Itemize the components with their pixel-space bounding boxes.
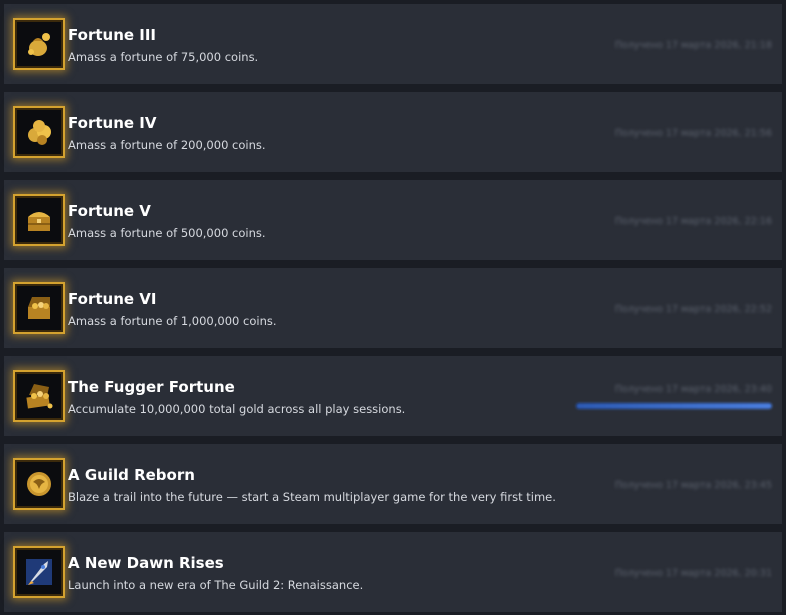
achievement-title: The Fugger Fortune — [68, 378, 235, 396]
achievement-title: Fortune VI — [68, 290, 157, 308]
achievement-title: Fortune III — [68, 26, 157, 44]
achievement-description: Accumulate 10,000,000 total gold across … — [68, 402, 406, 416]
achievement-description: Blaze a trail into the future — start a … — [68, 490, 556, 504]
unlock-date: Получено 17 марта 2026, 23:45 — [614, 480, 772, 491]
unlock-date: Получено 17 марта 2026, 21:56 — [614, 128, 772, 139]
guild-emblem-icon — [13, 458, 65, 510]
achievement-row-fortune-iv[interactable]: Fortune IV Amass a fortune of 200,000 co… — [4, 92, 782, 172]
achievement-description: Amass a fortune of 75,000 coins. — [68, 50, 259, 64]
achievement-row-fortune-iii[interactable]: Fortune III Amass a fortune of 75,000 co… — [4, 4, 782, 84]
achievement-description: Amass a fortune of 1,000,000 coins. — [68, 314, 277, 328]
unlock-date: Получено 17 марта 2026, 23:40 — [614, 384, 772, 395]
progress-fill — [576, 403, 772, 409]
achievement-row-fortune-v[interactable]: Fortune V Amass a fortune of 500,000 coi… — [4, 180, 782, 260]
progress-bar — [576, 403, 772, 409]
unlock-date: Получено 17 марта 2026, 21:18 — [614, 40, 772, 51]
achievement-title: Fortune V — [68, 202, 151, 220]
coin-pouch-icon — [13, 18, 65, 70]
achievement-description: Launch into a new era of The Guild 2: Re… — [68, 578, 364, 592]
unlock-date: Получено 17 марта 2026, 20:31 — [614, 568, 772, 579]
achievement-title: A Guild Reborn — [68, 466, 195, 484]
achievement-row-fugger-fortune[interactable]: The Fugger Fortune Accumulate 10,000,000… — [4, 356, 782, 436]
overflowing-chest-icon — [13, 370, 65, 422]
achievement-list: Fortune III Amass a fortune of 75,000 co… — [0, 0, 786, 615]
achievement-description: Amass a fortune of 200,000 coins. — [68, 138, 266, 152]
coin-pile-icon — [13, 106, 65, 158]
treasure-chest-icon — [13, 194, 65, 246]
unlock-date: Получено 17 марта 2026, 22:16 — [614, 216, 772, 227]
achievement-row-guild-reborn[interactable]: A Guild Reborn Blaze a trail into the fu… — [4, 444, 782, 524]
rocket-icon — [13, 546, 65, 598]
achievement-row-fortune-vi[interactable]: Fortune VI Amass a fortune of 1,000,000 … — [4, 268, 782, 348]
achievement-row-new-dawn-rises[interactable]: A New Dawn Rises Launch into a new era o… — [4, 532, 782, 612]
achievement-title: Fortune IV — [68, 114, 157, 132]
achievement-title: A New Dawn Rises — [68, 554, 224, 572]
achievement-description: Amass a fortune of 500,000 coins. — [68, 226, 266, 240]
unlock-date: Получено 17 марта 2026, 22:52 — [614, 304, 772, 315]
treasure-chest-open-icon — [13, 282, 65, 334]
